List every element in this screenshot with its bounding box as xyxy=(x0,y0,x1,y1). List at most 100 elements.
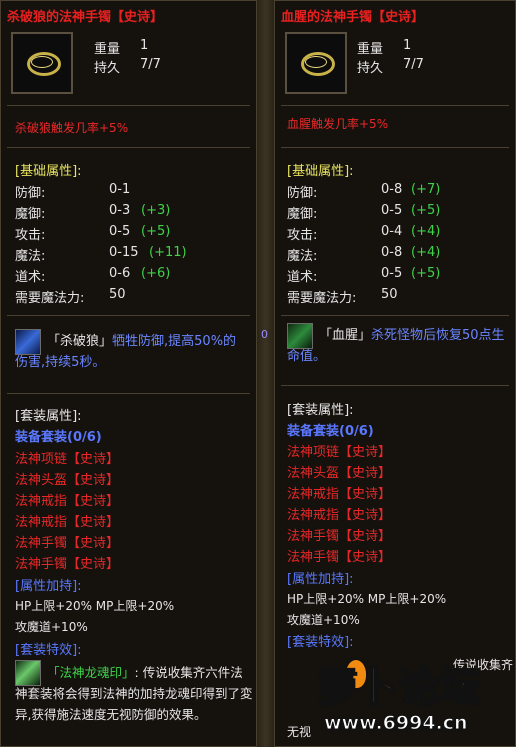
stat-label: 魔御: xyxy=(287,207,318,222)
set-item: 法神戒指【史诗】 xyxy=(287,487,392,502)
weight-label: 重量 xyxy=(357,42,384,57)
stat-row: 魔御: 0-3 (+3) xyxy=(15,203,170,222)
stat-bonus: (+5) xyxy=(411,203,441,218)
base-attr-header: [基础属性]: xyxy=(15,164,82,179)
set-progress: 装备套装(0/6) xyxy=(15,430,102,445)
stat-row: 魔法: 0-15 (+11) xyxy=(15,245,187,264)
divider xyxy=(281,105,509,106)
weight-label: 重量 xyxy=(94,42,121,57)
stat-row: 攻击: 0-4 (+4) xyxy=(287,224,440,243)
divider xyxy=(7,105,250,106)
set-item: 法神手镯【史诗】 xyxy=(287,550,392,565)
trigger-chance: 杀破狼触发几率+5% xyxy=(15,121,129,135)
stat-label: 道术: xyxy=(15,270,46,285)
stat-row: 防御: 0-1 xyxy=(15,182,130,201)
stat-label: 魔法: xyxy=(15,249,46,264)
durability-label: 持久 xyxy=(94,61,121,76)
stat-value: 50 xyxy=(381,287,398,302)
stat-label: 需要魔法力: xyxy=(287,291,357,306)
stat-label: 攻击: xyxy=(287,228,318,243)
item-tooltip-left: 杀破狼的法神手镯【史诗】 重量 1 持久 7/7 杀破狼触发几率+5% [基础属… xyxy=(0,0,257,747)
weight-row: 重量 1 xyxy=(94,38,148,57)
gap-marker: 0 xyxy=(261,328,268,341)
stat-row: 需要魔法力: 50 xyxy=(287,287,398,306)
divider xyxy=(281,147,509,148)
set-item: 法神头盔【史诗】 xyxy=(287,466,392,481)
bracelet-icon-inner xyxy=(305,56,327,68)
stat-bonus: (+6) xyxy=(141,266,171,281)
effect-name: 「法神龙魂印」 xyxy=(47,665,135,680)
durability-row: 持久 7/7 xyxy=(357,57,424,76)
stat-label: 魔法: xyxy=(287,249,318,264)
item-slot[interactable] xyxy=(285,32,347,94)
stat-label: 防御: xyxy=(15,186,46,201)
set-item: 法神戒指【史诗】 xyxy=(15,494,120,509)
stat-row: 道术: 0-5 (+5) xyxy=(287,266,440,285)
skill-name: 「杀破狼」 xyxy=(47,334,113,349)
set-progress: 装备套装(0/6) xyxy=(287,424,374,439)
stat-value: 0-3 xyxy=(109,203,131,218)
set-effect-header: [套装特效]: xyxy=(15,643,82,658)
stat-value: 0-1 xyxy=(109,182,131,197)
base-attr-header: [基础属性]: xyxy=(287,164,354,179)
stat-row: 魔御: 0-5 (+5) xyxy=(287,203,440,222)
set-item: 法神项链【史诗】 xyxy=(15,452,120,467)
bracelet-icon-inner xyxy=(31,56,53,68)
stat-value: 0-15 xyxy=(109,245,139,260)
trigger-chance: 血腥触发几率+5% xyxy=(287,117,389,131)
set-effect-description: 「法神龙魂印」: 传说收集齐六件法神套装将会得到法神的加持龙魂印得到了変异,获得… xyxy=(15,662,253,725)
panel-gap: 0 xyxy=(257,0,274,747)
attr-bonus-line: HP上限+20% MP上限+20% xyxy=(15,599,175,613)
skill-description: 「血腥」杀死怪物后恢复50点生命值。 xyxy=(287,325,513,367)
set-attr-header: [套装属性]: xyxy=(287,403,354,418)
stat-value: 0-4 xyxy=(381,224,403,239)
durability-label: 持久 xyxy=(357,61,384,76)
weight-value: 1 xyxy=(140,38,149,53)
attr-bonus-line: 攻魔道+10% xyxy=(287,613,360,627)
stat-row: 需要魔法力: 50 xyxy=(15,287,126,306)
divider xyxy=(281,385,509,386)
set-item: 法神戒指【史诗】 xyxy=(287,508,392,523)
stat-value: 50 xyxy=(109,287,126,302)
watermark-title: 萝卜论坛 xyxy=(315,663,480,711)
set-effect-header: [套装特效]: xyxy=(287,635,354,650)
weight-row: 重量 1 xyxy=(357,38,411,57)
stat-bonus: (+4) xyxy=(411,245,441,260)
durability-value: 7/7 xyxy=(140,57,161,72)
stat-value: 0-5 xyxy=(381,266,403,281)
divider xyxy=(281,315,509,316)
attr-bonus-line: HP上限+20% MP上限+20% xyxy=(287,592,447,606)
weight-value: 1 xyxy=(403,38,412,53)
stat-value: 0-5 xyxy=(109,224,131,239)
item-tooltip-right: 血腥的法神手镯【史诗】 重量 1 持久 7/7 血腥触发几率+5% [基础属性]… xyxy=(274,0,516,747)
stat-value: 0-8 xyxy=(381,245,403,260)
durability-value: 7/7 xyxy=(403,57,424,72)
stat-bonus: (+11) xyxy=(149,245,187,260)
set-item: 法神头盔【史诗】 xyxy=(15,473,120,488)
attr-bonus-header: [属性加持]: xyxy=(15,579,82,594)
stat-label: 防御: xyxy=(287,186,318,201)
set-item: 法神项链【史诗】 xyxy=(287,445,392,460)
stat-value: 0-5 xyxy=(381,203,403,218)
durability-row: 持久 7/7 xyxy=(94,57,161,76)
stat-row: 攻击: 0-5 (+5) xyxy=(15,224,170,243)
divider xyxy=(7,315,250,316)
attr-bonus-header: [属性加持]: xyxy=(287,572,354,587)
stat-row: 道术: 0-6 (+6) xyxy=(15,266,170,285)
stat-bonus: (+3) xyxy=(141,203,171,218)
stat-bonus: (+5) xyxy=(411,266,441,281)
stat-value: 0-6 xyxy=(109,266,131,281)
skill-name: 「血腥」 xyxy=(319,328,372,343)
attr-bonus-line: 攻魔道+10% xyxy=(15,620,88,634)
stat-row: 魔法: 0-8 (+4) xyxy=(287,245,440,264)
item-title: 杀破狼的法神手镯【史诗】 xyxy=(7,10,164,25)
divider xyxy=(7,147,250,148)
stat-value: 0-8 xyxy=(381,182,403,197)
item-slot[interactable] xyxy=(11,32,73,94)
set-item: 法神手镯【史诗】 xyxy=(15,557,120,572)
divider xyxy=(7,393,250,394)
skill-description: 「杀破狼」牺牲防御,提高50%的伤害,持续5秒。 xyxy=(15,331,245,373)
stat-label: 魔御: xyxy=(15,207,46,222)
site-watermark-logo: 萝卜论坛 www.6994.cn xyxy=(290,650,504,740)
stat-bonus: (+7) xyxy=(411,182,441,197)
